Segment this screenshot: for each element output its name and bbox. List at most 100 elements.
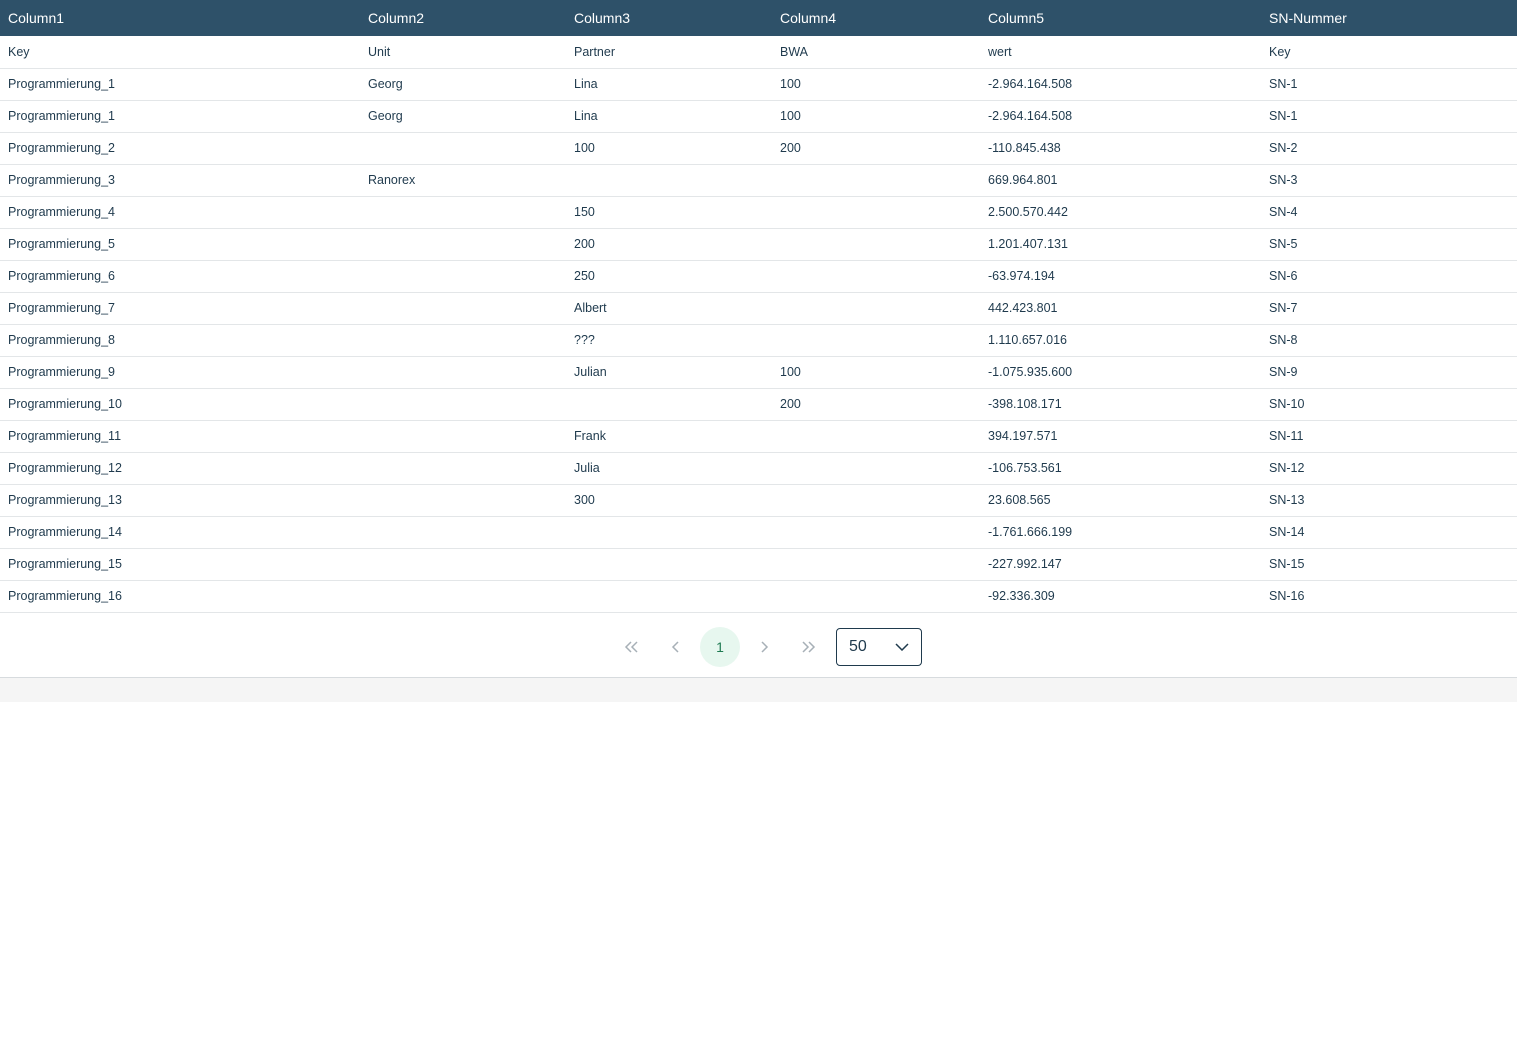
cell-column1[interactable]: Programmierung_2 [0, 132, 360, 164]
cell-column2[interactable] [360, 388, 566, 420]
cell-column1[interactable]: Key [0, 36, 360, 68]
table-row[interactable]: Programmierung_7 Albert 442.423.801 SN-7 [0, 292, 1517, 324]
cell-column4[interactable] [772, 484, 980, 516]
cell-column1[interactable]: Programmierung_10 [0, 388, 360, 420]
cell-sn-nummer[interactable]: SN-10 [1261, 388, 1517, 420]
cell-column4[interactable]: 200 [772, 132, 980, 164]
cell-column2[interactable] [360, 228, 566, 260]
cell-column1[interactable]: Programmierung_16 [0, 580, 360, 612]
cell-column3[interactable]: 150 [566, 196, 772, 228]
cell-column4[interactable] [772, 260, 980, 292]
table-row[interactable]: Programmierung_1 Georg Lina 100 -2.964.164.5… [0, 68, 1517, 100]
cell-column5[interactable]: wert [980, 36, 1261, 68]
table-row[interactable]: Programmierung_4 150 2.500.570.442 SN-4 [0, 196, 1517, 228]
cell-column3[interactable]: ??? [566, 324, 772, 356]
previous-page-button[interactable] [656, 627, 696, 667]
cell-column4[interactable] [772, 516, 980, 548]
table-row[interactable]: Programmierung_6 250 -63.974.194 SN-6 [0, 260, 1517, 292]
cell-column1[interactable]: Programmierung_1 [0, 100, 360, 132]
cell-column1[interactable]: Programmierung_6 [0, 260, 360, 292]
table-row[interactable]: Programmierung_9 Julian 100 -1.075.935.600 S… [0, 356, 1517, 388]
cell-column3[interactable]: Julian [566, 356, 772, 388]
cell-column2[interactable] [360, 260, 566, 292]
cell-column1[interactable]: Programmierung_1 [0, 68, 360, 100]
cell-sn-nummer[interactable]: SN-15 [1261, 548, 1517, 580]
table-row[interactable]: Programmierung_8??? 1.110.657.016 SN-8 [0, 324, 1517, 356]
cell-sn-nummer[interactable]: SN-1 [1261, 68, 1517, 100]
cell-column5[interactable]: -1.761.666.199 [980, 516, 1261, 548]
cell-column2[interactable] [360, 420, 566, 452]
cell-sn-nummer[interactable]: SN-12 [1261, 452, 1517, 484]
page-button-current[interactable]: 1 [700, 626, 740, 667]
cell-sn-nummer[interactable]: SN-13 [1261, 484, 1517, 516]
cell-column2[interactable] [360, 484, 566, 516]
cell-column5[interactable]: -398.108.171 [980, 388, 1261, 420]
cell-column1[interactable]: Programmierung_8 [0, 324, 360, 356]
cell-column3[interactable]: 250 [566, 260, 772, 292]
cell-column3[interactable]: Partner [566, 36, 772, 68]
column-header-sn-nummer[interactable]: SN-Nummer [1261, 0, 1517, 36]
cell-column5[interactable]: -110.845.438 [980, 132, 1261, 164]
cell-column1[interactable]: Programmierung_3 [0, 164, 360, 196]
cell-sn-nummer[interactable]: Key [1261, 36, 1517, 68]
cell-column4[interactable] [772, 228, 980, 260]
cell-column1[interactable]: Programmierung_5 [0, 228, 360, 260]
cell-column4[interactable]: BWA [772, 36, 980, 68]
cell-column4[interactable] [772, 196, 980, 228]
first-page-button[interactable] [612, 627, 652, 667]
table-row[interactable]: Programmierung_14 -1.761.666.199 SN-14 [0, 516, 1517, 548]
table-row[interactable]: Programmierung_10 200 -398.108.171 SN-10 [0, 388, 1517, 420]
cell-sn-nummer[interactable]: SN-2 [1261, 132, 1517, 164]
cell-column3[interactable]: Lina [566, 68, 772, 100]
cell-column3[interactable]: Frank [566, 420, 772, 452]
cell-column3[interactable] [566, 516, 772, 548]
cell-column5[interactable]: 1.201.407.131 [980, 228, 1261, 260]
cell-sn-nummer[interactable]: SN-5 [1261, 228, 1517, 260]
cell-column2[interactable]: Ranorex [360, 164, 566, 196]
cell-column4[interactable]: 200 [772, 388, 980, 420]
cell-column2[interactable] [360, 356, 566, 388]
cell-column2[interactable] [360, 452, 566, 484]
table-subheader-row[interactable]: Key Unit Partner BWA wert Key [0, 36, 1517, 68]
cell-sn-nummer[interactable]: SN-11 [1261, 420, 1517, 452]
cell-column3[interactable] [566, 388, 772, 420]
page-size-select[interactable]: 50 [836, 627, 922, 666]
cell-column1[interactable]: Programmierung_13 [0, 484, 360, 516]
cell-column5[interactable]: -227.992.147 [980, 548, 1261, 580]
cell-sn-nummer[interactable]: SN-7 [1261, 292, 1517, 324]
cell-column4[interactable]: 100 [772, 68, 980, 100]
cell-column2[interactable]: Unit [360, 36, 566, 68]
cell-column4[interactable] [772, 324, 980, 356]
column-header-column5[interactable]: Column5 [980, 0, 1261, 36]
cell-column5[interactable]: -2.964.164.508 [980, 68, 1261, 100]
table-row[interactable]: Programmierung_13 300 23.608.565 SN-13 [0, 484, 1517, 516]
cell-sn-nummer[interactable]: SN-16 [1261, 580, 1517, 612]
cell-sn-nummer[interactable]: SN-4 [1261, 196, 1517, 228]
table-row[interactable]: Programmierung_2 100 200 -110.845.438 SN-2 [0, 132, 1517, 164]
cell-column5[interactable]: 394.197.571 [980, 420, 1261, 452]
cell-column3[interactable]: 100 [566, 132, 772, 164]
cell-column2[interactable] [360, 292, 566, 324]
column-header-column4[interactable]: Column4 [772, 0, 980, 36]
cell-column2[interactable] [360, 580, 566, 612]
cell-column3[interactable]: 200 [566, 228, 772, 260]
column-header-column1[interactable]: Column1 [0, 0, 360, 36]
cell-column4[interactable]: 100 [772, 356, 980, 388]
cell-column4[interactable]: 100 [772, 100, 980, 132]
next-page-button[interactable] [744, 627, 784, 667]
cell-column2[interactable] [360, 548, 566, 580]
cell-sn-nummer[interactable]: SN-9 [1261, 356, 1517, 388]
cell-column5[interactable]: 1.110.657.016 [980, 324, 1261, 356]
table-row[interactable]: Programmierung_5 200 1.201.407.131 SN-5 [0, 228, 1517, 260]
cell-column2[interactable]: Georg [360, 100, 566, 132]
table-row[interactable]: Programmierung_11 Frank 394.197.571 SN-11 [0, 420, 1517, 452]
table-row[interactable]: Programmierung_12 Julia -106.753.561 SN-12 [0, 452, 1517, 484]
cell-column3[interactable] [566, 164, 772, 196]
cell-column2[interactable] [360, 324, 566, 356]
cell-column3[interactable]: 300 [566, 484, 772, 516]
cell-column5[interactable]: -92.336.309 [980, 580, 1261, 612]
cell-sn-nummer[interactable]: SN-3 [1261, 164, 1517, 196]
cell-column5[interactable]: 442.423.801 [980, 292, 1261, 324]
cell-sn-nummer[interactable]: SN-8 [1261, 324, 1517, 356]
cell-column1[interactable]: Programmierung_4 [0, 196, 360, 228]
